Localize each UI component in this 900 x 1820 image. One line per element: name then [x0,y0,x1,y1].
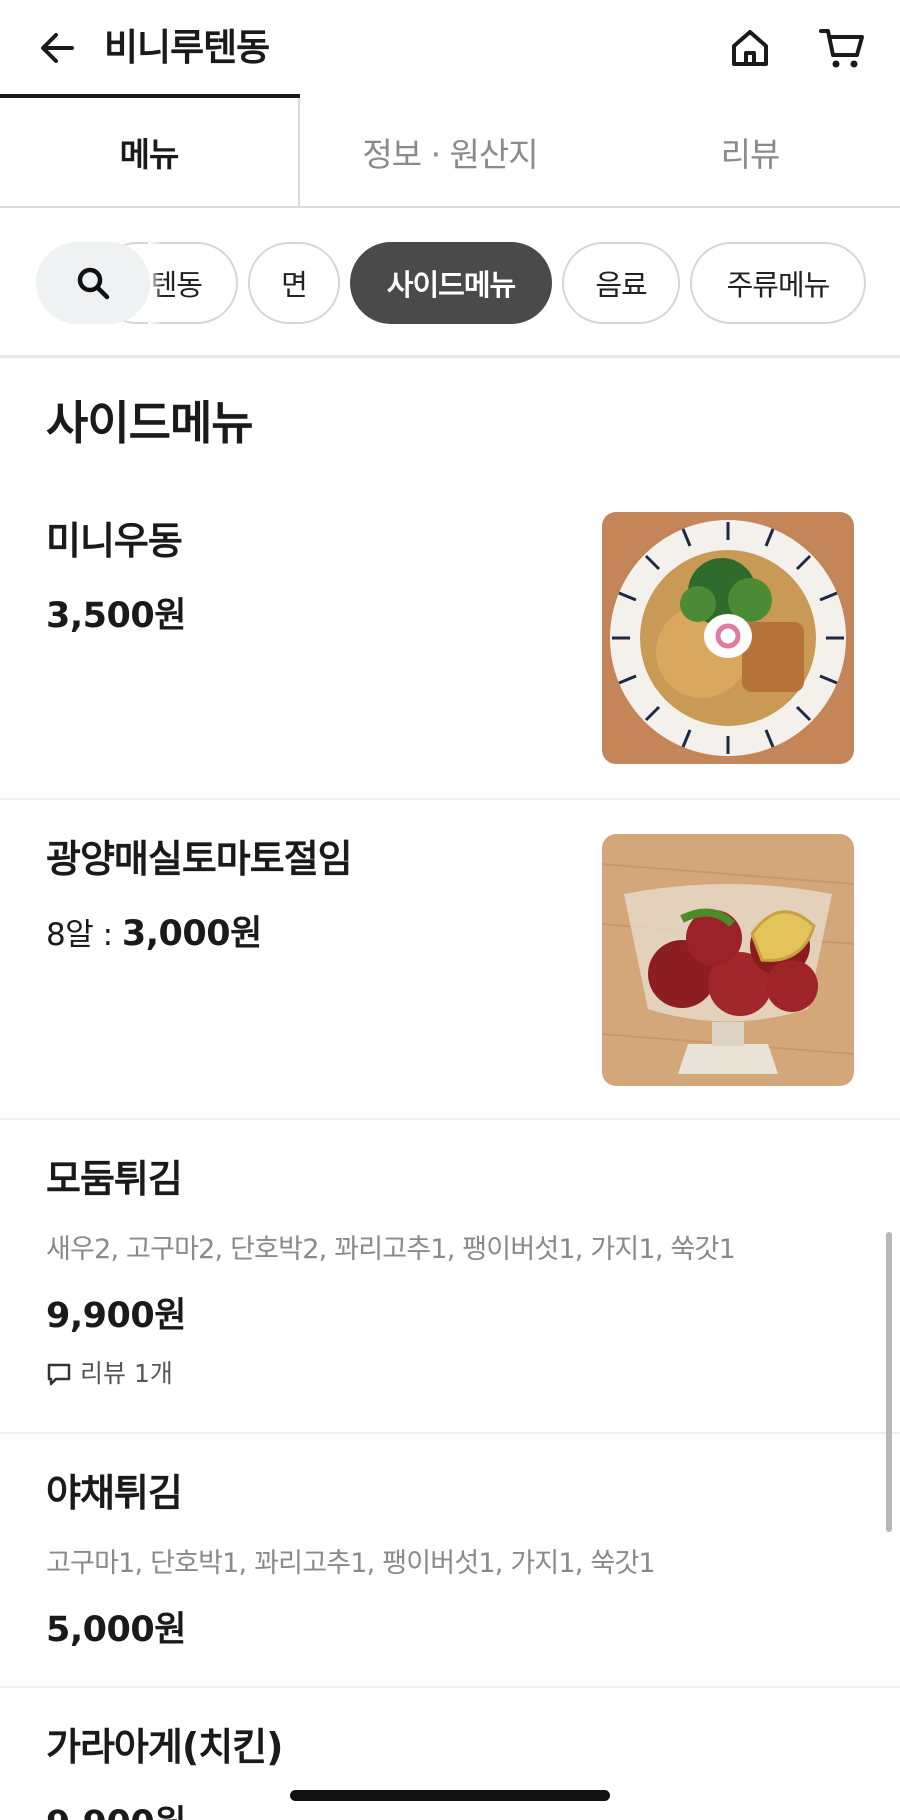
home-button[interactable] [724,22,776,74]
store-title: 비니루텐동 [104,26,270,69]
menu-item-description: 새우2, 고구마2, 단호박2, 꽈리고추1, 팽이버섯1, 가지1, 쑥갓1 [46,1234,736,1265]
menu-item-price: 5,000원 [46,1610,186,1650]
menu-item-description: 고구마1, 단호박1, 꽈리고추1, 팽이버섯1, 가지1, 쑥갓1 [46,1548,656,1579]
menu-item-name: 야채튀김 [46,1471,183,1515]
menu-item-name: 미니우동 [46,519,183,563]
menu-item-assorted-tempura[interactable]: 모둠튀김 새우2, 고구마2, 단호박2, 꽈리고추1, 팽이버섯1, 가지1,… [0,1120,900,1434]
menu-search-button[interactable] [36,242,150,324]
menu-item-pickled-tomato[interactable]: 광양매실토마토절임 8알 : 3,000원 [0,800,900,1120]
section-title: 사이드메뉴 [46,396,254,450]
home-icon [732,30,768,66]
price-prefix: 8알 : [46,917,122,953]
menu-item-vegetable-tempura[interactable]: 야채튀김 고구마1, 단호박1, 꽈리고추1, 팽이버섯1, 가지1, 쑥갓1 … [0,1434,900,1688]
menu-item-name: 가라아게(치킨) [46,1725,283,1769]
search-icon [77,267,110,300]
cart-button[interactable] [814,22,870,74]
menu-item-name: 광양매실토마토절임 [46,837,353,881]
home-indicator[interactable] [290,1790,610,1801]
tab-review[interactable]: 리뷰 [600,96,900,208]
menu-item-mini-udon[interactable]: 미니우동 3,500원 [0,478,900,800]
review-count-label: 리뷰 1개 [80,1359,173,1388]
menu-item-price: 3,500원 [46,596,186,636]
menu-item-price: 9,900원 [46,1800,186,1820]
speech-bubble-icon [47,1363,71,1386]
tab-menu[interactable]: 메뉴 [0,94,300,208]
arrow-left-icon [41,33,74,63]
udon-photo[interactable] [602,512,854,764]
app-header: 비니루텐동 [0,0,900,96]
category-chip-bar: 텐동 면 사이드메뉴 음료 주류메뉴 [0,208,900,358]
menu-item-price: 8알 : 3,000원 [46,910,262,959]
category-chip-noodle[interactable]: 면 [248,242,340,324]
category-chip-drink[interactable]: 음료 [562,242,680,324]
menu-item-name: 모둠튀김 [46,1157,183,1201]
menu-item-price: 9,900원 [46,1296,186,1336]
review-count-link[interactable]: 리뷰 1개 [46,1356,173,1392]
category-chip-alcohol[interactable]: 주류메뉴 [690,242,866,324]
tab-info-origin[interactable]: 정보 · 원산지 [300,96,600,208]
pickled-tomato-photo[interactable] [602,834,854,1086]
category-chip-side-menu[interactable]: 사이드메뉴 [350,242,552,324]
cart-icon [819,29,864,68]
price-value: 3,000원 [121,914,262,954]
scrollbar[interactable] [886,1232,892,1532]
search-chip-fade [148,232,162,334]
back-button[interactable] [32,22,84,74]
store-tabs: 메뉴 정보 · 원산지 리뷰 [0,94,900,208]
